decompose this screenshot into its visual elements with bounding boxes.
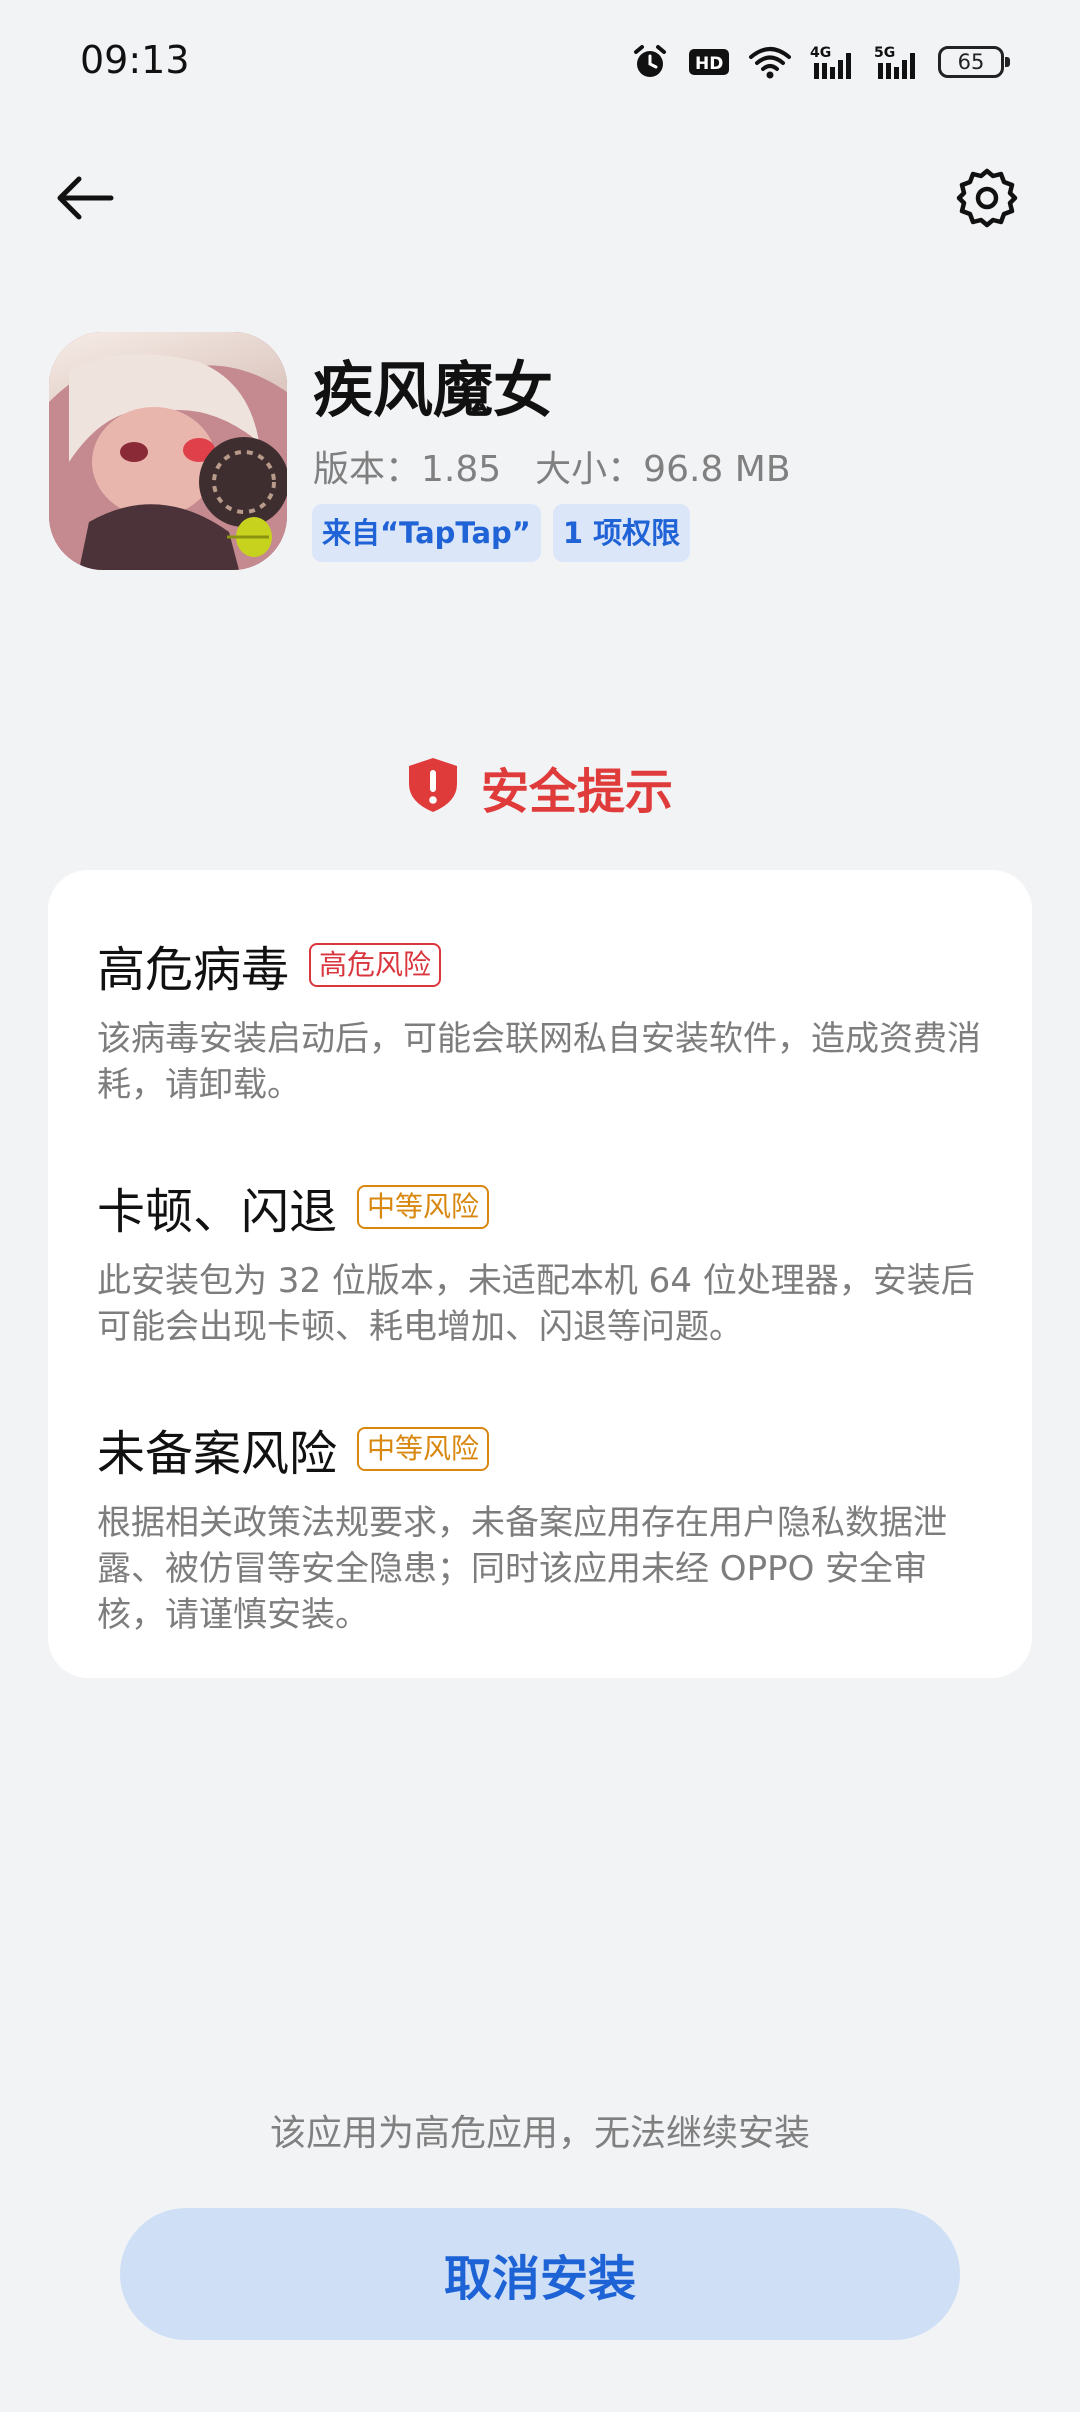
risk-description: 根据相关政策法规要求，未备案应用存在用户隐私数据泄露、被仿冒等安全隐患；同时该应…	[97, 1503, 947, 1635]
status-time: 09:13	[80, 38, 190, 82]
svg-text:4G: 4G	[810, 45, 831, 61]
app-name: 疾风魔女	[313, 356, 553, 426]
signal-5g-icon: 5G	[874, 43, 920, 81]
settings-button[interactable]	[952, 165, 1022, 235]
shield-alert-icon	[407, 756, 459, 818]
app-version: 版本：1.85	[313, 449, 502, 490]
app-icon-artwork	[49, 332, 287, 570]
svg-text:5G: 5G	[874, 45, 895, 61]
security-title: 安全提示	[480, 764, 673, 820]
signal-4g-icon: 4G	[810, 43, 856, 81]
status-icons: HD 4G 5G 65	[630, 40, 1010, 84]
risk-badge: 中等风险	[357, 1427, 490, 1471]
battery-level: 65	[957, 50, 985, 74]
svg-text:HD: HD	[695, 54, 723, 74]
hd-icon: HD	[688, 45, 730, 79]
app-icon	[49, 332, 287, 570]
app-meta: 版本：1.85 大小：96.8 MB	[313, 440, 791, 492]
risk-item: 高危病毒 高危风险 该病毒安装启动后，可能会联网私自安装软件，造成资费消耗，请卸…	[97, 930, 987, 1108]
security-header: 安全提示	[0, 752, 1080, 822]
risk-description: 该病毒安装启动后，可能会联网私自安装软件，造成资费消耗，请卸载。	[97, 1019, 981, 1105]
wifi-icon	[748, 44, 792, 80]
app-size: 大小：96.8 MB	[535, 449, 791, 490]
cancel-install-button[interactable]: 取消安装	[120, 2208, 960, 2340]
battery-icon: 65	[938, 46, 1010, 78]
risk-title: 卡顿、闪退	[97, 1184, 338, 1240]
risk-title: 高危病毒	[97, 942, 290, 998]
back-button[interactable]	[50, 165, 120, 235]
back-arrow-icon	[55, 173, 115, 227]
risk-badge: 中等风险	[357, 1185, 490, 1229]
status-bar: 09:13 HD 4G 5G 65	[0, 0, 1080, 124]
source-tag[interactable]: 来自“TapTap”	[312, 504, 541, 562]
risk-title: 未备案风险	[97, 1426, 338, 1482]
permission-tag[interactable]: 1 项权限	[552, 504, 691, 562]
alarm-icon	[630, 42, 670, 82]
risk-badge: 高危风险	[309, 943, 442, 987]
risk-item: 未备案风险 中等风险 根据相关政策法规要求，未备案应用存在用户隐私数据泄露、被仿…	[97, 1414, 987, 1638]
risk-item: 卡顿、闪退 中等风险 此安装包为 32 位版本，未适配本机 64 位处理器，安装…	[97, 1172, 987, 1350]
risk-description: 此安装包为 32 位版本，未适配本机 64 位处理器，安装后可能会出现卡顿、耗电…	[97, 1261, 975, 1347]
risk-card: 高危病毒 高危风险 该病毒安装启动后，可能会联网私自安装软件，造成资费消耗，请卸…	[48, 870, 1032, 1678]
install-blocked-note: 该应用为高危应用，无法继续安装	[269, 2113, 810, 2154]
app-tags: 来自“TapTap” 1 项权限	[312, 504, 691, 562]
gear-icon	[956, 167, 1018, 233]
